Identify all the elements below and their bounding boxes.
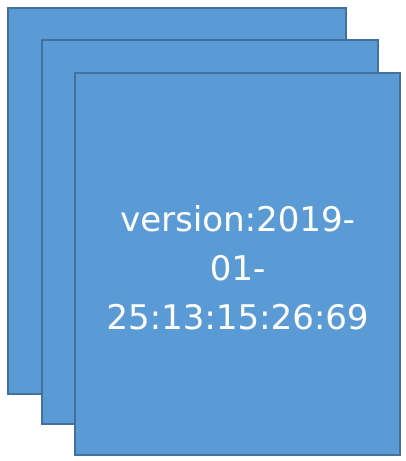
version-label-line-1: version:2019- (120, 199, 355, 240)
version-label-line-3: 25:13:15:26:69 (106, 297, 369, 338)
stacked-sheet-front: version:2019- 01- 25:13:15:26:69 (74, 72, 401, 456)
version-label: version:2019- 01- 25:13:15:26:69 (76, 196, 399, 343)
version-label-line-2: 01- (209, 248, 266, 289)
